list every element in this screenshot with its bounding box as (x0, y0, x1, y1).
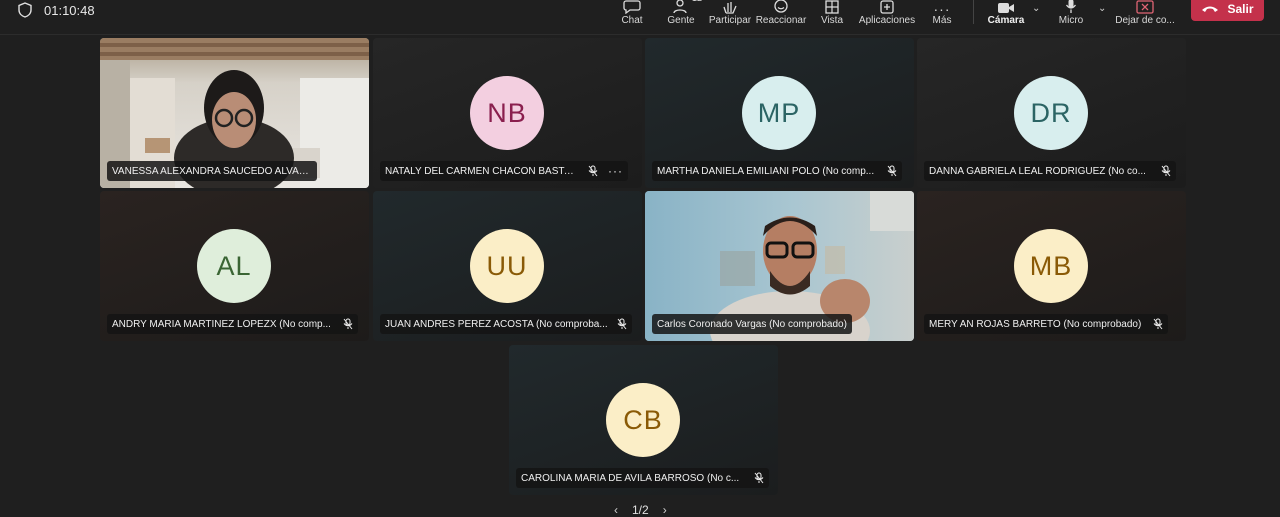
participant-name: MARTHA DANIELA EMILIANI POLO (No comp... (657, 165, 875, 177)
chat-icon (623, 0, 641, 14)
chat-label: Chat (621, 15, 643, 26)
participant-avatar: AL (197, 229, 271, 303)
microphone-icon (1065, 0, 1077, 13)
participant-name: Carlos Coronado Vargas (No comprobado) (657, 318, 847, 330)
page-indicator: 1/2 (632, 503, 649, 517)
stop-share-icon (1136, 0, 1154, 14)
mic-button[interactable]: Micro (1057, 0, 1085, 30)
participant-avatar: UU (470, 229, 544, 303)
participant-nameplate: ANDRY MARIA MARTINEZ LOPEZX (No comp... (107, 314, 358, 334)
more-button[interactable]: ··· Más (929, 0, 955, 30)
participant-avatar: MB (1014, 229, 1088, 303)
participant-avatar: DR (1014, 76, 1088, 150)
participant-nameplate: DANNA GABRIELA LEAL RODRIGUEZ (No co... (924, 161, 1176, 181)
mic-muted-icon (1153, 318, 1163, 330)
participant-name: DANNA GABRIELA LEAL RODRIGUEZ (No co... (929, 165, 1146, 177)
mic-muted-icon (754, 472, 764, 484)
camera-icon (998, 3, 1014, 13)
participant-tile[interactable]: NB NATALY DEL CARMEN CHACON BASTAR... ··… (373, 38, 642, 188)
participant-tile[interactable]: DR DANNA GABRIELA LEAL RODRIGUEZ (No co.… (917, 38, 1186, 188)
chat-button[interactable]: Chat (617, 0, 647, 30)
participant-name: JUAN ANDRES PEREZ ACOSTA (No comproba... (385, 318, 608, 330)
toolbar-divider (973, 0, 974, 24)
mic-muted-icon (588, 165, 598, 177)
participant-name: MERY AN ROJAS BARRETO (No comprobado) (929, 318, 1142, 330)
participant-avatar: CB (606, 383, 680, 457)
more-label: Más (932, 15, 952, 26)
participant-nameplate: JUAN ANDRES PEREZ ACOSTA (No comproba... (380, 314, 632, 334)
leave-label: Salir (1227, 1, 1254, 16)
more-dots-icon: ··· (933, 1, 951, 17)
previous-page-chevron-icon[interactable]: ‹ (614, 503, 618, 517)
participant-avatar: NB (470, 76, 544, 150)
mic-muted-icon (617, 318, 627, 330)
view-button[interactable]: Vista (818, 0, 846, 30)
participant-nameplate: MERY AN ROJAS BARRETO (No comprobado) (924, 314, 1168, 334)
participant-nameplate: CAROLINA MARIA DE AVILA BARROSO (No c... (516, 468, 769, 488)
mic-muted-icon (887, 165, 897, 177)
participant-name: NATALY DEL CARMEN CHACON BASTAR... (385, 165, 580, 177)
participant-nameplate: MARTHA DANIELA EMILIANI POLO (No comp... (652, 161, 902, 181)
meeting-toolbar: 01:10:48 Chat 12 Gente Participar Reacci… (0, 0, 1280, 35)
raise-hand-label: Participar (708, 15, 752, 26)
next-page-chevron-icon[interactable]: › (663, 503, 667, 517)
shield-icon (18, 2, 32, 18)
participant-nameplate: Carlos Coronado Vargas (No comprobado) (652, 314, 852, 334)
camera-options-chevron-icon[interactable]: ⌄ (1032, 3, 1040, 14)
participant-nameplate: NATALY DEL CARMEN CHACON BASTAR... ··· (380, 161, 628, 181)
hang-up-icon (1202, 6, 1219, 12)
add-apps-icon (880, 0, 894, 14)
grid-view-icon (825, 0, 839, 14)
call-timer: 01:10:48 (18, 0, 95, 20)
participant-nameplate: VANESSA ALEXANDRA SAUCEDO ALVAREZ (107, 161, 317, 181)
participant-tile[interactable]: Carlos Coronado Vargas (No comprobado) (645, 191, 914, 341)
react-button[interactable]: Reaccionar (755, 0, 807, 30)
call-duration: 01:10:48 (44, 2, 95, 18)
apps-label: Aplicaciones (858, 15, 916, 26)
participant-tile[interactable]: VANESSA ALEXANDRA SAUCEDO ALVAREZ (100, 38, 369, 188)
leave-button[interactable]: Salir (1191, 0, 1264, 21)
apps-button[interactable]: Aplicaciones (859, 0, 915, 30)
people-button[interactable]: 12 Gente (664, 0, 702, 30)
raise-hand-button[interactable]: Participar (709, 0, 751, 30)
participant-tile[interactable]: MP MARTHA DANIELA EMILIANI POLO (No comp… (645, 38, 914, 188)
hand-icon (723, 2, 737, 14)
gallery-pager: ‹ 1/2 › (614, 503, 667, 517)
participant-tile[interactable]: AL ANDRY MARIA MARTINEZ LOPEZX (No comp.… (100, 191, 369, 341)
people-icon (673, 0, 687, 14)
participant-name: ANDRY MARIA MARTINEZ LOPEZX (No comp... (112, 318, 331, 330)
camera-button[interactable]: Cámara (988, 0, 1024, 30)
mic-muted-icon (343, 318, 353, 330)
participant-name: VANESSA ALEXANDRA SAUCEDO ALVAREZ (112, 165, 312, 177)
stop-sharing-button[interactable]: Dejar de co... (1115, 0, 1175, 30)
react-label: Reaccionar (755, 15, 807, 26)
participant-tile[interactable]: CB CAROLINA MARIA DE AVILA BARROSO (No c… (509, 345, 778, 495)
stop-sharing-label: Dejar de co... (1115, 15, 1175, 26)
people-count-badge: 12 (692, 0, 702, 3)
people-label: Gente (667, 15, 695, 26)
more-options-icon[interactable]: ··· (608, 164, 623, 178)
smiley-icon (774, 0, 788, 13)
mic-muted-icon (1161, 165, 1171, 177)
mic-options-chevron-icon[interactable]: ⌄ (1098, 3, 1106, 14)
participant-avatar: MP (742, 76, 816, 150)
mic-label: Micro (1058, 15, 1084, 26)
camera-label: Cámara (987, 15, 1025, 26)
participant-name: CAROLINA MARIA DE AVILA BARROSO (No c... (521, 472, 740, 484)
participant-tile[interactable]: MB MERY AN ROJAS BARRETO (No comprobado) (917, 191, 1186, 341)
participant-tile[interactable]: UU JUAN ANDRES PEREZ ACOSTA (No comproba… (373, 191, 642, 341)
view-label: Vista (820, 15, 844, 26)
